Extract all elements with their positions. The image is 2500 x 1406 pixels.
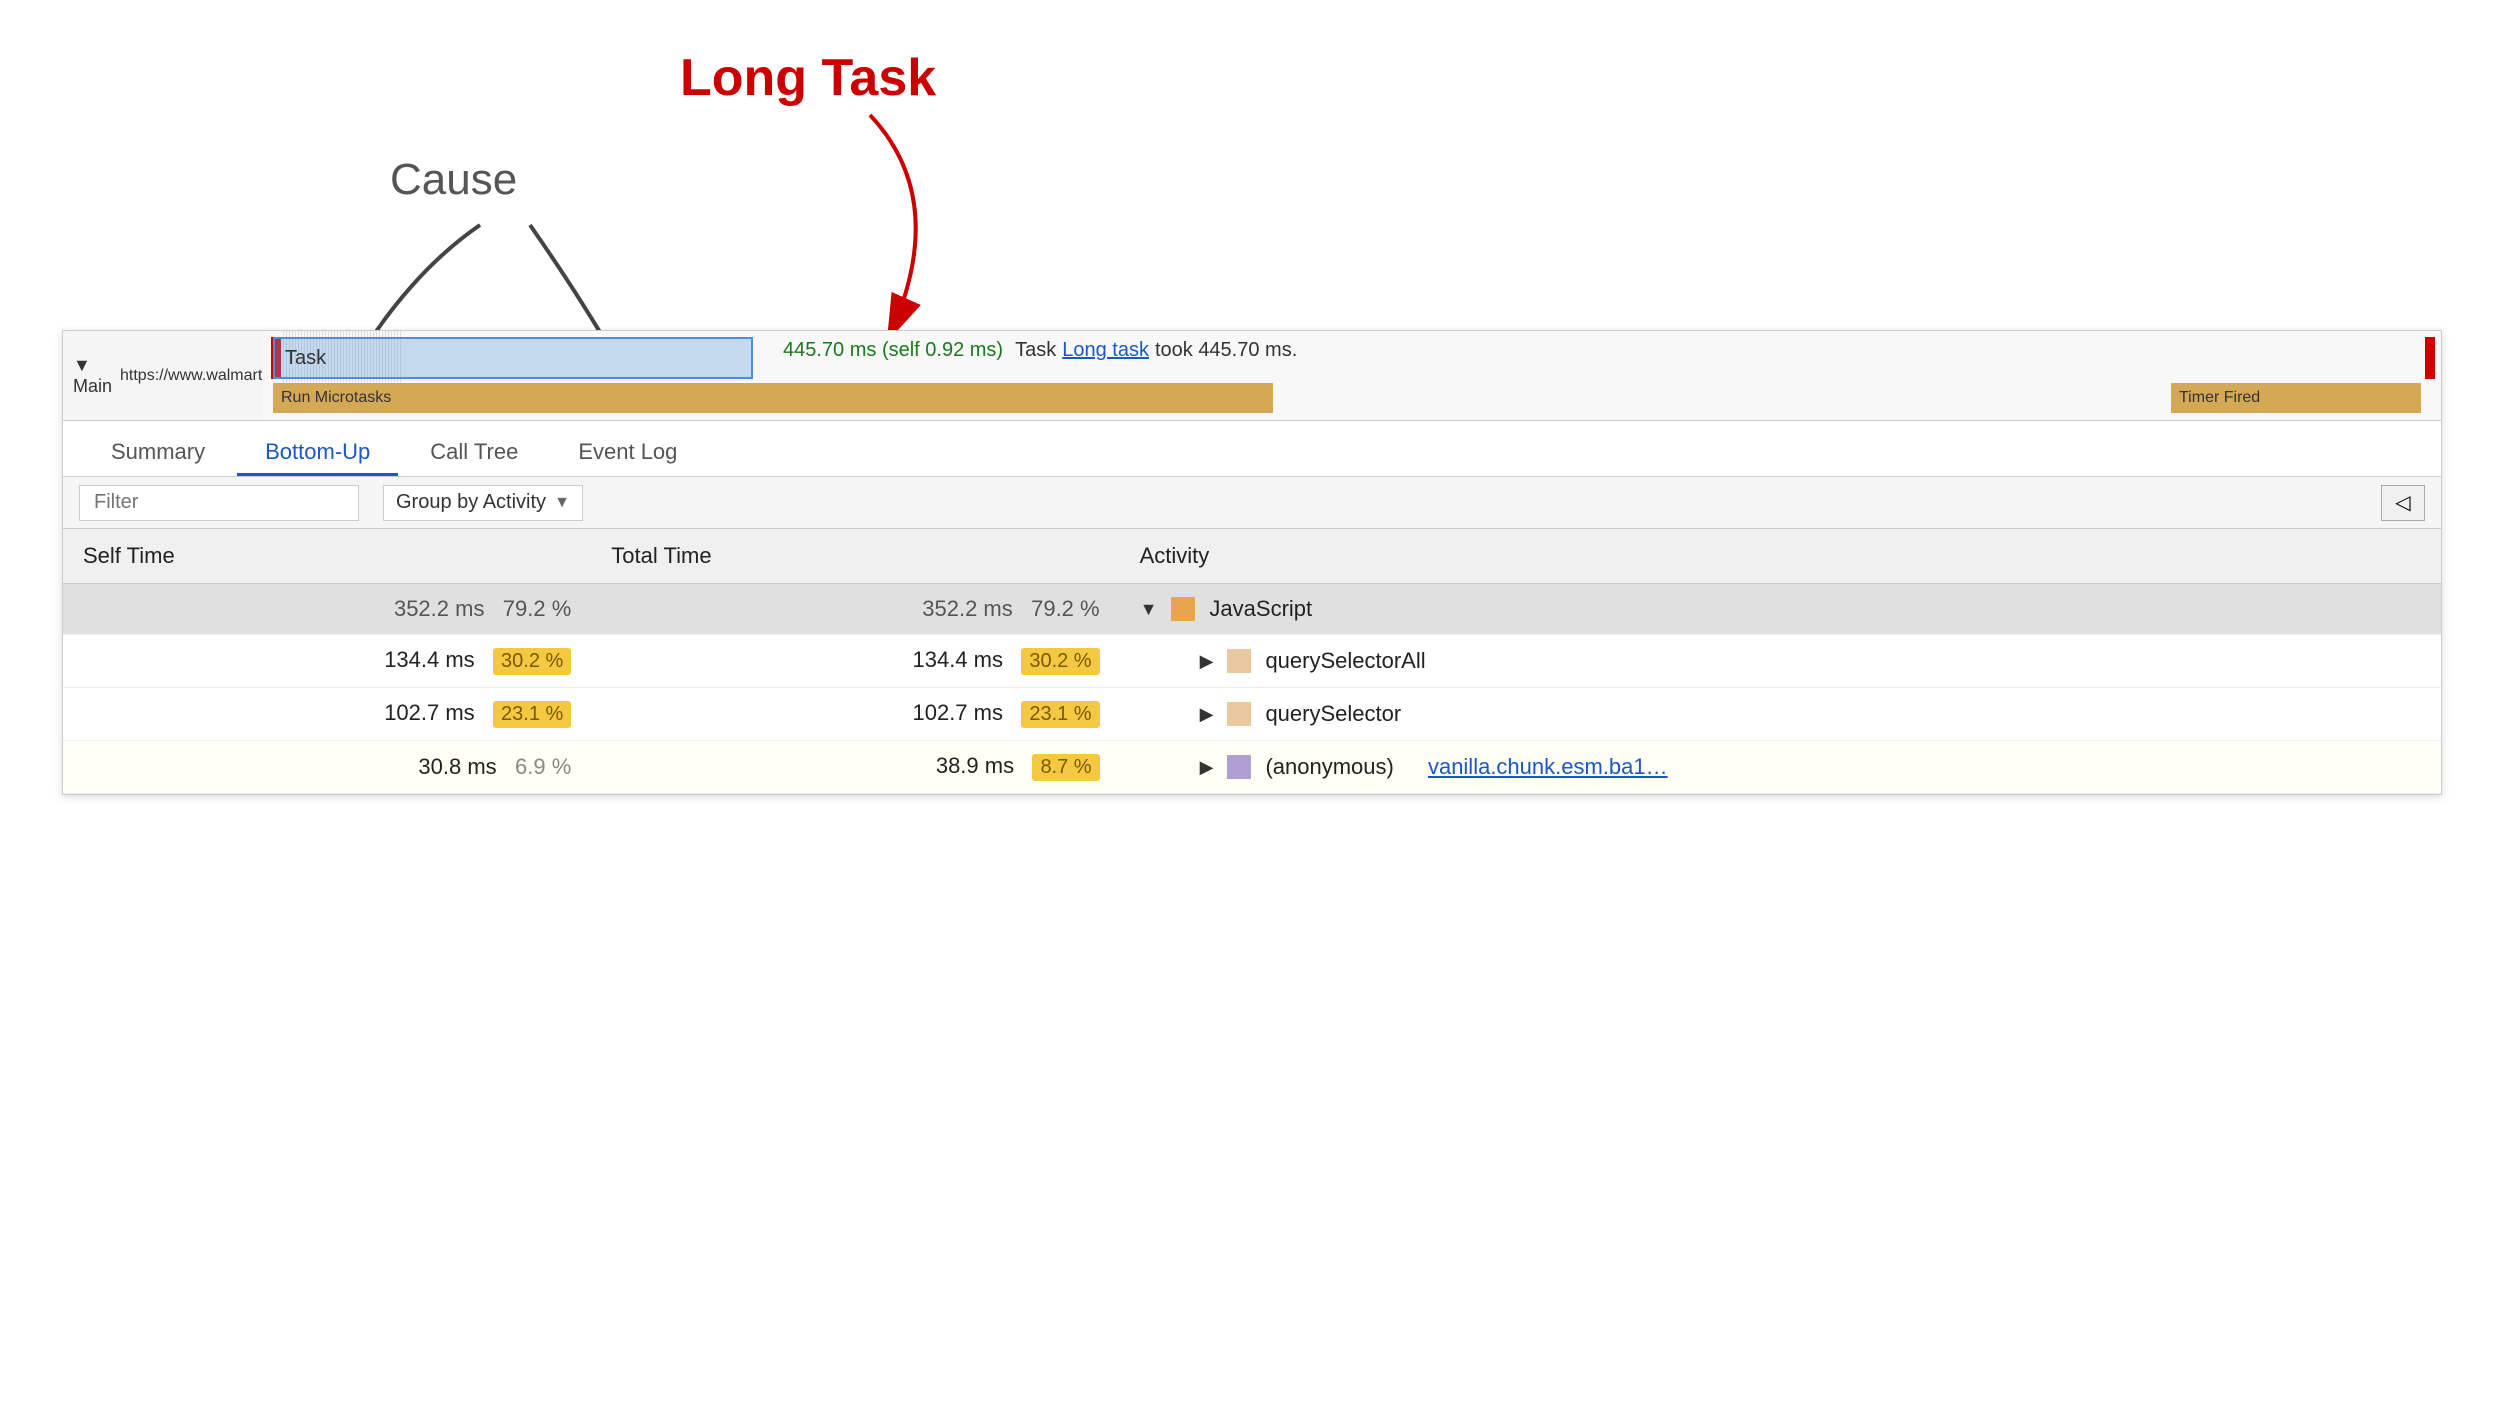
total-time-cell: 102.7 ms 23.1 % <box>591 688 1119 741</box>
sidebar-toggle-icon: ◁ <box>2395 490 2410 515</box>
total-pct-value: 79.2 % <box>1031 596 1100 621</box>
group-by-select[interactable]: Group by Activity ▼ <box>383 485 583 521</box>
total-time-value: 102.7 ms <box>912 700 1003 725</box>
long-task-annotation: Long Task <box>680 48 936 108</box>
self-time-value: 352.2 ms <box>394 596 485 621</box>
group-by-label: Group by Activity <box>396 491 546 514</box>
col-total-time: Total Time <box>591 529 1119 584</box>
activity-name: (anonymous) <box>1265 754 1393 780</box>
main-label: ▼ Main <box>73 355 112 397</box>
activity-name: JavaScript <box>1209 596 1312 622</box>
task-text: Task <box>1015 339 1056 362</box>
total-time-value: 352.2 ms <box>922 596 1013 621</box>
activity-cell: ▶ querySelectorAll <box>1120 635 2441 688</box>
tab-event-log[interactable]: Event Log <box>550 421 705 476</box>
tabs-bar: Summary Bottom-Up Call Tree Event Log <box>63 421 2441 477</box>
total-pct-value: 23.1 % <box>1021 700 1099 725</box>
subtask-bar: Run Microtasks <box>273 383 1273 413</box>
self-time-cell: 102.7 ms 23.1 % <box>63 688 591 741</box>
timeline-main-label: ▼ Main https://www.walmart.com <box>63 331 263 420</box>
expand-arrow-icon[interactable]: ▶ <box>1200 757 1214 778</box>
activity-color-swatch <box>1227 755 1251 779</box>
expand-arrow-icon[interactable]: ▶ <box>1200 651 1214 672</box>
self-pct-value: 30.2 % <box>493 647 571 672</box>
cause-annotation: Cause <box>390 155 517 205</box>
activity-cell: ▼ JavaScript <box>1120 584 2441 635</box>
activity-name: querySelector <box>1265 701 1401 727</box>
timer-label: Timer Fired <box>2179 389 2260 407</box>
task-suffix: took 445.70 ms. <box>1155 339 1297 362</box>
expand-arrow-icon[interactable]: ▼ <box>1140 599 1158 620</box>
total-pct-value: 30.2 % <box>1021 647 1099 672</box>
self-pct-value: 79.2 % <box>503 596 572 621</box>
long-task-link[interactable]: Long task <box>1062 339 1149 362</box>
sidebar-toggle-button[interactable]: ◁ <box>2381 485 2425 521</box>
table-row: 30.8 ms 6.9 % 38.9 ms 8.7 % ▶ (anonymo <box>63 741 2441 794</box>
activity-name: querySelectorAll <box>1265 648 1425 674</box>
activity-color-swatch <box>1171 597 1195 621</box>
total-time-cell: 38.9 ms 8.7 % <box>591 741 1119 794</box>
tab-summary[interactable]: Summary <box>83 421 233 476</box>
self-time-value: 102.7 ms <box>384 700 475 725</box>
tab-call-tree[interactable]: Call Tree <box>402 421 546 476</box>
filter-bar: Group by Activity ▼ ◁ <box>63 477 2441 529</box>
self-time-value: 134.4 ms <box>384 647 475 672</box>
total-time-value: 134.4 ms <box>912 647 1003 672</box>
total-time-cell: 352.2 ms 79.2 % <box>591 584 1119 635</box>
task-highlight: Task <box>273 337 753 379</box>
total-time-value: 38.9 ms <box>936 753 1014 778</box>
activity-color-swatch <box>1227 702 1251 726</box>
devtools-panel: ▼ Main https://www.walmart.com Task Run … <box>62 330 2442 795</box>
self-pct-value: 23.1 % <box>493 700 571 725</box>
group-by-arrow-icon: ▼ <box>554 494 570 512</box>
timing-text: 445.70 ms (self 0.92 ms) <box>783 339 1003 362</box>
expand-arrow-icon[interactable]: ▶ <box>1200 704 1214 725</box>
timeline-bar: ▼ Main https://www.walmart.com Task Run … <box>63 331 2441 421</box>
self-time-value: 30.8 ms <box>418 754 496 779</box>
activity-link[interactable]: vanilla.chunk.esm.ba1… <box>1428 754 1668 780</box>
task-bar-area: Task Run Microtasks Timer Fired 445.70 m… <box>263 331 2441 420</box>
self-pct-value: 6.9 % <box>515 754 571 779</box>
red-marker-right <box>2425 337 2435 379</box>
info-bar: 445.70 ms (self 0.92 ms) Task Long task … <box>783 339 2411 362</box>
performance-table: Self Time Total Time Activity 352.2 ms 7… <box>63 529 2441 794</box>
self-time-cell: 134.4 ms 30.2 % <box>63 635 591 688</box>
subtask-label: Run Microtasks <box>281 389 391 407</box>
table-row: 352.2 ms 79.2 % 352.2 ms 79.2 % ▼ JavaSc… <box>63 584 2441 635</box>
activity-cell: ▶ querySelector <box>1120 688 2441 741</box>
table-row: 102.7 ms 23.1 % 102.7 ms 23.1 % ▶ <box>63 688 2441 741</box>
filter-input[interactable] <box>79 485 359 521</box>
total-pct-value: 8.7 % <box>1032 753 1099 778</box>
activity-cell: ▶ (anonymous) vanilla.chunk.esm.ba1… <box>1120 741 2441 794</box>
self-time-cell: 352.2 ms 79.2 % <box>63 584 591 635</box>
col-self-time: Self Time <box>63 529 591 584</box>
activity-color-swatch <box>1227 649 1251 673</box>
task-label: Task <box>285 347 326 370</box>
tab-bottom-up[interactable]: Bottom-Up <box>237 421 398 476</box>
table-row: 134.4 ms 30.2 % 134.4 ms 30.2 % ▶ <box>63 635 2441 688</box>
table-header-row: Self Time Total Time Activity <box>63 529 2441 584</box>
timer-fired-bar: Timer Fired <box>2171 383 2421 413</box>
col-activity: Activity <box>1120 529 2441 584</box>
total-time-cell: 134.4 ms 30.2 % <box>591 635 1119 688</box>
self-time-cell: 30.8 ms 6.9 % <box>63 741 591 794</box>
